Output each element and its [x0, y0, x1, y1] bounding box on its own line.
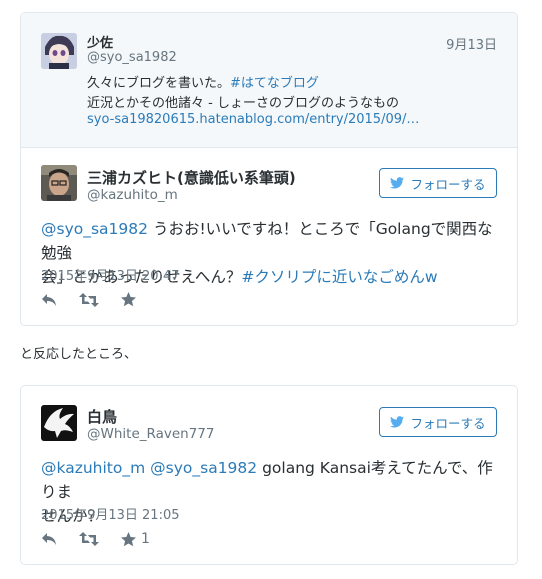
- embedded-tweet-card: 少佐 @syo_sa1982 9月13日 久々にブログを書いた。#はてなブログ …: [20, 12, 518, 326]
- user-handle[interactable]: @White_Raven777: [87, 426, 214, 442]
- body-text: と反応したところ、: [20, 347, 138, 362]
- avatar[interactable]: [41, 405, 77, 441]
- user-handle[interactable]: @kazuhito_m: [87, 187, 178, 203]
- embedded-tweet-card: 白鳥 @White_Raven777 フォローする @kazuhito_m @s…: [20, 385, 518, 565]
- reply-button[interactable]: [41, 293, 57, 307]
- display-name[interactable]: 三浦カズヒト(意識低い系筆頭): [87, 167, 296, 188]
- quoted-url-link[interactable]: syo-sa19820615.hatenablog.com/entry/2015…: [87, 112, 419, 127]
- tweet-date[interactable]: 9月13日: [446, 34, 497, 53]
- quoted-tweet[interactable]: 少佐 @syo_sa1982 9月13日 久々にブログを書いた。#はてなブログ …: [21, 13, 517, 148]
- display-name[interactable]: 白鳥: [87, 406, 117, 427]
- tweet-timestamp[interactable]: 2015年9月13日 21:05: [41, 504, 180, 523]
- retweet-button[interactable]: [79, 532, 99, 546]
- twitter-bird-icon: [390, 177, 405, 189]
- follow-button[interactable]: フォローする: [379, 407, 497, 437]
- hashtag-link[interactable]: #はてなブログ: [230, 76, 319, 91]
- reply-icon: [42, 293, 56, 306]
- reply-icon: [42, 533, 56, 545]
- like-button[interactable]: 1: [121, 531, 150, 547]
- avatar[interactable]: [41, 165, 77, 201]
- user-handle[interactable]: @syo_sa1982: [87, 50, 177, 65]
- display-name[interactable]: 少佐: [87, 32, 113, 51]
- like-icon: [121, 292, 136, 307]
- twitter-bird-icon: [390, 416, 405, 428]
- quoted-text-line: 近況とかその他諸々 - しょーさのブログのようなもの: [87, 96, 399, 111]
- avatar[interactable]: [41, 33, 77, 69]
- mention-link[interactable]: @syo_sa1982: [41, 220, 148, 238]
- like-button[interactable]: [121, 292, 141, 307]
- mention-link[interactable]: @kazuhito_m: [41, 459, 145, 477]
- hashtag-link[interactable]: #クソリプに近いなごめんw: [241, 268, 437, 286]
- mention-link[interactable]: @syo_sa1982: [150, 459, 257, 477]
- retweet-button[interactable]: [79, 292, 99, 307]
- tweet-actions: [41, 292, 141, 307]
- tweet-timestamp[interactable]: 2015年9月13日 20:47: [41, 265, 180, 284]
- like-count: 1: [141, 531, 150, 547]
- retweet-icon: [79, 532, 99, 546]
- follow-button[interactable]: フォローする: [379, 168, 497, 198]
- like-icon: [121, 531, 136, 546]
- reply-button[interactable]: [41, 532, 57, 546]
- quoted-text-line: 久々にブログを書いた。#はてなブログ: [87, 76, 319, 91]
- tweet-actions: 1: [41, 531, 150, 547]
- retweet-icon: [79, 292, 99, 307]
